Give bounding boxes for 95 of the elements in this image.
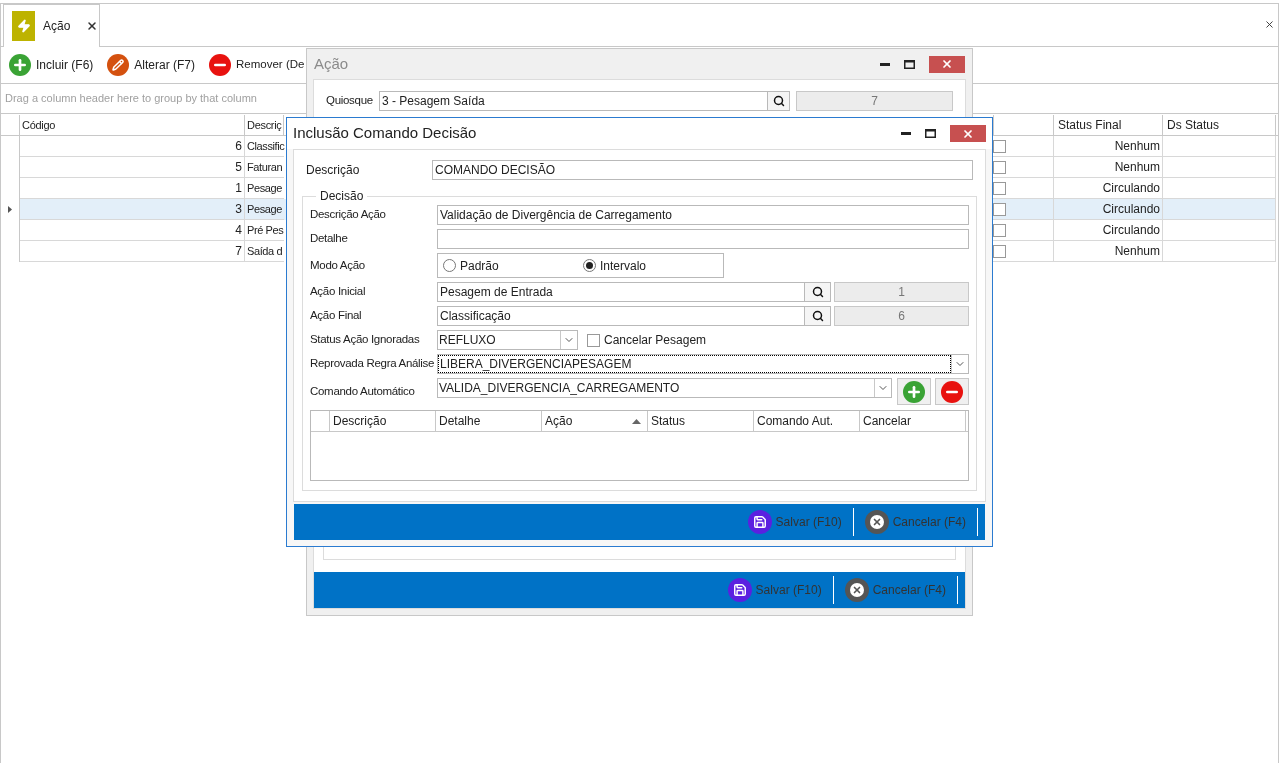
table-cell-text: 6 (235, 138, 242, 155)
tab[interactable]: Ação (3, 4, 100, 47)
column-header[interactable]: Descriç (245, 115, 284, 135)
field-label: Detalhe (310, 231, 349, 247)
column-header[interactable]: Comando Aut. (754, 411, 860, 431)
radio-option[interactable]: Padrão (443, 256, 583, 275)
field-label: Descrição Ação (310, 207, 387, 223)
readonly-field: 7 (796, 91, 953, 111)
close-icon[interactable] (1264, 19, 1275, 30)
readonly-field: 6 (834, 306, 969, 326)
save-icon (727, 578, 752, 602)
table-cell-text: Nenhum (1114, 138, 1160, 155)
readonly-field: 1 (834, 282, 969, 302)
minus-icon (941, 380, 963, 403)
text-field[interactable]: Classificação (437, 306, 805, 326)
checkbox[interactable] (993, 181, 1006, 195)
column-header[interactable]: Detalhe (436, 411, 542, 431)
close-icon (941, 58, 953, 70)
search-button[interactable] (805, 282, 831, 302)
table-cell-text: Classific (247, 138, 285, 154)
text-field[interactable]: Pesagem de Entrada (437, 282, 805, 302)
group-title: Decisão (319, 188, 365, 205)
table-cell-text: Pesage (247, 201, 282, 217)
checkbox[interactable] (993, 139, 1006, 153)
field-label: Ação Final (310, 308, 363, 324)
table-cell-text: Circulando (1102, 180, 1160, 197)
table-cell-text: Nenhum (1114, 243, 1160, 260)
toolbar-button[interactable]: Remover (De (209, 54, 305, 76)
text-field[interactable]: COMANDO DECISÃO (432, 160, 973, 180)
checkbox-option[interactable]: Cancelar Pesagem (587, 331, 707, 349)
field-label: Status Ação Ignoradas (310, 332, 421, 348)
window-title: Ação (314, 53, 349, 74)
close-button[interactable] (950, 125, 986, 142)
table-cell-text: Pesage (247, 180, 282, 196)
search-icon (811, 286, 824, 298)
remove-button[interactable] (935, 378, 969, 405)
minus-icon (209, 54, 232, 76)
search-icon (811, 310, 824, 322)
plus-icon (9, 54, 31, 76)
column-header[interactable]: Descrição (330, 411, 436, 431)
field-label: Reprovada Regra Análise (310, 356, 436, 372)
close-icon (86, 20, 99, 32)
close-button[interactable] (929, 55, 965, 73)
save-icon (747, 510, 772, 534)
table-cell-text: 1 (235, 180, 242, 197)
cancel-icon (864, 510, 889, 534)
table-cell-text: Saída d (247, 243, 283, 259)
radio-option[interactable]: Intervalo (583, 256, 723, 275)
maximize-icon[interactable] (925, 129, 936, 138)
minimize-icon[interactable] (880, 62, 890, 66)
column-header[interactable]: Status (648, 411, 754, 431)
checkbox[interactable] (993, 223, 1006, 237)
sort-up-icon (632, 418, 641, 424)
checkbox[interactable] (993, 202, 1006, 216)
dropdown-field[interactable]: VALIDA_DIVERGENCIA_CARREGAMENTO (437, 378, 892, 398)
field-label: Quiosque (326, 93, 374, 109)
column-header[interactable]: Status Final (1058, 116, 1122, 134)
search-icon (772, 95, 785, 107)
column-header[interactable]: Código (20, 115, 245, 135)
toolbar-button[interactable]: Incluir (F6) (9, 54, 94, 76)
search-button[interactable] (768, 91, 790, 111)
search-button[interactable] (805, 306, 831, 326)
column-header[interactable]: Ds Status (1167, 116, 1220, 134)
table-cell-text: 5 (235, 159, 242, 176)
table-cell-text: Nenhum (1114, 159, 1160, 176)
lightning-icon (12, 11, 35, 41)
checkbox[interactable] (993, 160, 1006, 174)
table-cell-text: Circulando (1102, 222, 1160, 239)
table-cell-text: 3 (235, 201, 242, 218)
checkbox[interactable] (993, 244, 1006, 258)
pencil-icon (107, 54, 130, 76)
text-field[interactable]: 3 - Pesagem Saída (379, 91, 768, 111)
table-cell-text: 7 (235, 243, 242, 260)
column-header[interactable]: Cancelar (860, 411, 966, 431)
add-button[interactable] (897, 378, 931, 405)
table-cell-text: Faturan (247, 159, 283, 175)
table-cell-text: Circulando (1102, 201, 1160, 218)
text-field[interactable]: Validação de Divergência de Carregamento (437, 205, 969, 225)
text-field[interactable] (437, 229, 969, 249)
field-label: Descrição (306, 162, 361, 179)
dropdown-field[interactable]: LIBERA_DIVERGENCIAPESAGEM (437, 354, 969, 374)
dropdown-field[interactable]: REFLUXO (437, 330, 578, 350)
window-title: Inclusão Comando Decisão (293, 123, 477, 144)
row-indicator-icon (8, 206, 12, 213)
toolbar-button[interactable]: Alterar (F7) (107, 54, 196, 76)
maximize-icon[interactable] (904, 59, 915, 69)
table-cell-text: 4 (235, 222, 242, 239)
field-label: Ação Inicial (310, 284, 367, 300)
cancel-icon (844, 578, 869, 602)
column-header[interactable]: Ação (542, 411, 648, 431)
plus-icon (903, 380, 925, 403)
close-icon (962, 127, 974, 140)
field-label: Comando Automático (310, 383, 416, 399)
table-cell-text: Pré Pes (247, 222, 284, 238)
field-label: Modo Ação (310, 257, 366, 273)
